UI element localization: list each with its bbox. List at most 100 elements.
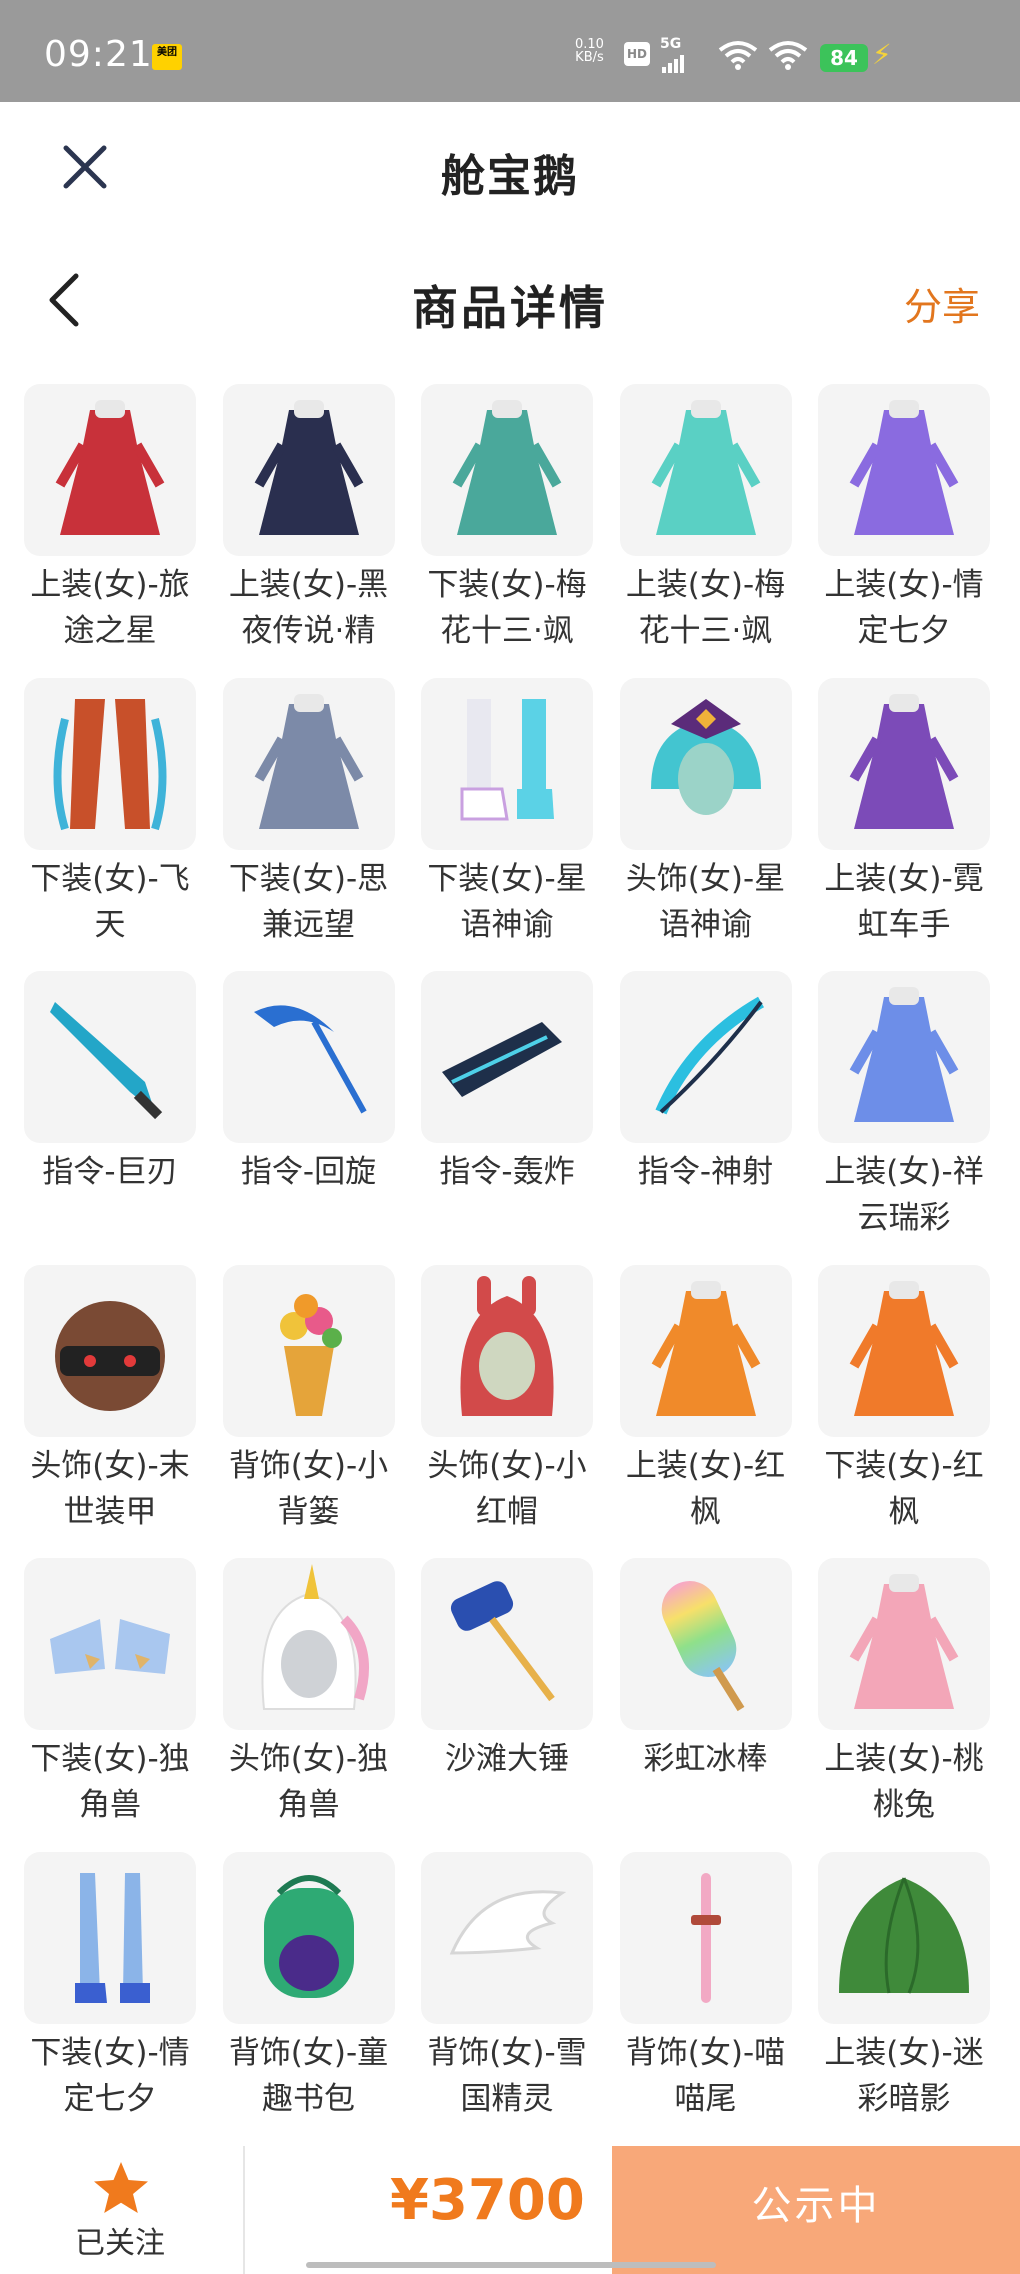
status-bar: 09:21 美团 0.10 KB/s HD 5G 84 ⚡ (0, 0, 1020, 102)
item-label: 沙滩大锤 (445, 1741, 569, 1777)
grid-item[interactable]: 头饰(女)-小红帽 (419, 1264, 595, 1559)
app-notification-icon: 美团 (152, 44, 182, 70)
grid-item[interactable]: 头饰(女)-星语神谕 (618, 677, 794, 972)
home-indicator[interactable] (306, 2262, 716, 2268)
divider (243, 2146, 245, 2274)
hammer-icon (450, 1581, 555, 1702)
item-thumbnail (421, 677, 593, 850)
share-button[interactable]: 分享 (904, 276, 980, 331)
grid-item[interactable]: 头饰(女)-末世装甲 (22, 1264, 198, 1559)
item-label: 上装(女)-祥云瑞彩 (824, 1154, 984, 1236)
item-label: 背饰(女)-小背篓 (228, 1447, 389, 1530)
grid-item[interactable]: 下装(女)-红枫 (816, 1264, 992, 1559)
grid-item[interactable]: 指令-轰炸 (419, 971, 595, 1265)
bow-icon (654, 996, 764, 1115)
item-label: 上装(女)-霓虹车手 (824, 860, 984, 943)
grid-item[interactable]: 下装(女)-飞天 (22, 677, 198, 972)
white-wings-icon (449, 1889, 567, 1955)
grid-item[interactable]: 指令-回旋 (221, 971, 397, 1265)
hd-icon: HD (624, 42, 650, 66)
status-time: 09:21 (44, 34, 153, 75)
launcher-icon (442, 1022, 562, 1097)
grid-item[interactable]: 上装(女)-情定七夕 (816, 384, 992, 678)
grid-item[interactable]: 上装(女)-祥云瑞彩 (816, 971, 992, 1265)
item-label: 下装(女)-情定七夕 (30, 2034, 190, 2117)
item-thumbnail (222, 1851, 395, 2024)
grid-item[interactable]: 下装(女)-情定七夕 (22, 1851, 198, 2145)
charging-icon: ⚡ (872, 38, 892, 71)
red-hood-icon (460, 1275, 554, 1416)
red-dress-icon (55, 400, 165, 535)
page-header: 商品详情 分享 (0, 232, 1020, 366)
grid-item[interactable]: 下装(女)-独角兽 (22, 1558, 198, 1852)
item-label: 上装(女)-黑夜传说·精 (228, 567, 389, 649)
wifi-icon-2 (768, 41, 808, 70)
page-title: 商品详情 (412, 281, 608, 335)
grid-item[interactable]: 上装(女)-梅花十三·飒 (618, 384, 794, 678)
item-thumbnail (421, 971, 593, 1143)
grid-item[interactable]: 彩虹冰棒 (618, 1558, 794, 1852)
green-backpack-icon (263, 1874, 354, 1998)
item-label: 上装(女)-情定七夕 (824, 567, 984, 649)
unicorn-shoes-icon (50, 1619, 170, 1674)
pink-dress-icon (849, 1574, 959, 1709)
item-label: 指令-巨刃 (42, 1154, 178, 1190)
teal-skirt-icon (452, 400, 562, 535)
flower-basket-icon (279, 1293, 342, 1416)
item-thumbnail (619, 677, 792, 850)
grid-item[interactable]: 背饰(女)-雪国精灵 (419, 1851, 595, 2145)
net-speed-unit: KB/s (575, 50, 604, 65)
follow-button[interactable]: 已关注 (0, 2146, 240, 2274)
item-label: 背饰(女)-喵喵尾 (625, 2034, 786, 2117)
item-label: 指令-轰炸 (439, 1154, 575, 1190)
item-thumbnail (24, 971, 196, 1143)
grid-item[interactable]: 上装(女)-旅途之星 (22, 384, 198, 678)
grid-item[interactable]: 上装(女)-迷彩暗影 (816, 1851, 992, 2145)
pink-tail-icon (690, 1872, 721, 2003)
grid-item[interactable]: 上装(女)-红枫 (618, 1264, 794, 1559)
item-label: 背饰(女)-雪国精灵 (427, 2034, 587, 2117)
item-thumbnail (421, 384, 593, 556)
grid-item[interactable]: 背饰(女)-喵喵尾 (618, 1851, 794, 2145)
grid-item[interactable]: 上装(女)-桃桃兔 (816, 1558, 992, 1852)
grid-item[interactable]: 上装(女)-霓虹车手 (816, 677, 992, 972)
grid-item[interactable]: 背饰(女)-童趣书包 (221, 1851, 397, 2145)
grid-item[interactable]: 沙滩大锤 (419, 1558, 595, 1852)
signal-icon (662, 54, 686, 73)
status-icons: 0.10 KB/s HD 5G 84 ⚡ (520, 30, 1020, 80)
crowned-head-icon (650, 698, 761, 815)
boots-icon (460, 698, 554, 820)
app-title-bar: 舱宝鹅 (0, 102, 1020, 232)
armor-helmet-icon (55, 1300, 165, 1411)
grid-item[interactable]: 上装(女)-黑夜传说·精 (221, 384, 397, 678)
item-label: 指令-回旋 (240, 1154, 377, 1190)
item-label: 上装(女)-梅花十三·飒 (625, 567, 786, 649)
app-title: 舱宝鹅 (441, 151, 579, 202)
grid-item[interactable]: 下装(女)-星语神谕 (419, 677, 595, 972)
item-thumbnail (421, 1558, 593, 1730)
item-label: 头饰(女)-星语神谕 (625, 860, 786, 943)
grid-item[interactable]: 下装(女)-梅花十三·飒 (419, 384, 595, 678)
grid-item[interactable]: 指令-巨刃 (22, 971, 198, 1265)
item-thumbnail (421, 1264, 593, 1437)
item-label: 上装(女)-红枫 (625, 1447, 786, 1530)
item-thumbnail (619, 384, 792, 556)
item-thumbnail (818, 971, 990, 1143)
grid-item[interactable]: 下装(女)-思兼远望 (221, 677, 397, 972)
purple-jacket-icon (849, 693, 959, 829)
follow-label: 已关注 (75, 2226, 165, 2261)
item-label: 下装(女)-红枫 (824, 1447, 984, 1530)
rainbow-popsicle-icon (661, 1581, 744, 1712)
grid-item[interactable]: 指令-神射 (618, 971, 794, 1265)
item-thumbnail (222, 1264, 395, 1437)
grid-item[interactable]: 背饰(女)-小背篓 (221, 1264, 397, 1559)
grid-item[interactable]: 头饰(女)-独角兽 (221, 1558, 397, 1852)
grey-skirt-icon (254, 693, 363, 829)
item-thumbnail (24, 1851, 196, 2024)
item-thumbnail (619, 1264, 792, 1437)
item-thumbnail (421, 1851, 593, 2024)
status-button[interactable]: 公示中 (612, 2146, 1020, 2274)
leaf-cape-icon (839, 1876, 969, 1994)
blue-legs-icon (75, 1872, 150, 2003)
item-thumbnail (619, 971, 792, 1143)
